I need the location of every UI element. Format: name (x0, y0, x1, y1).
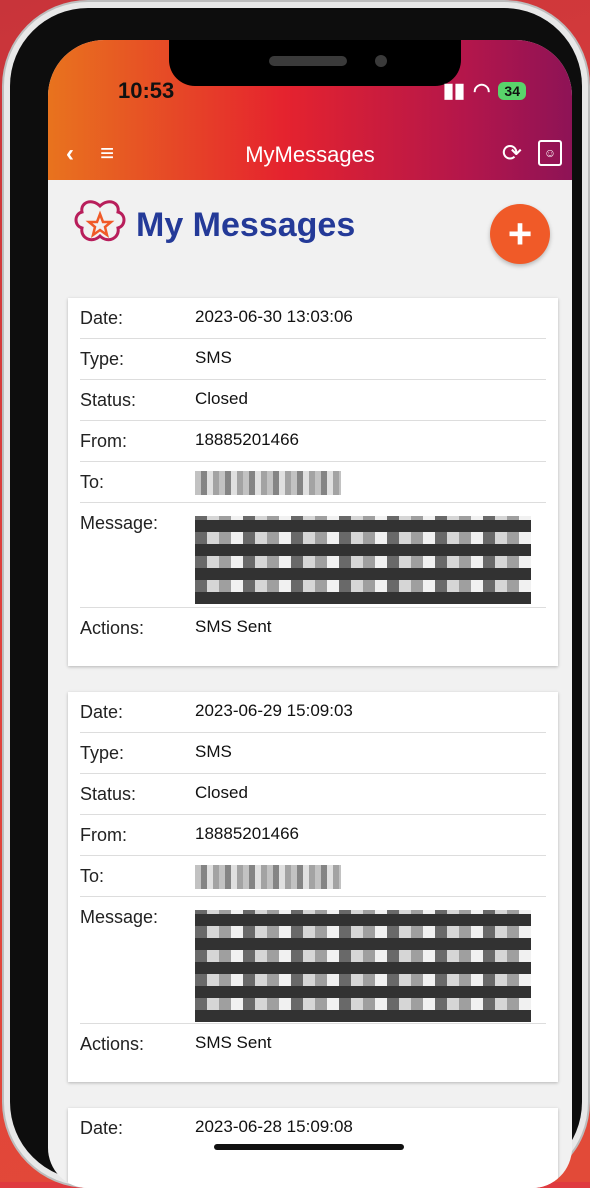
status-label: Status: (80, 390, 137, 410)
signal-icon: ▮▮ (442, 80, 465, 102)
actions-row: Actions: SMS Sent (80, 608, 546, 650)
contacts-icon[interactable]: ☺ (538, 140, 562, 166)
redacted-block (195, 516, 531, 604)
date-value: 2023-06-28 15:09:08 (195, 1117, 353, 1136)
status-label: Status: (80, 784, 137, 804)
type-value: SMS (195, 742, 232, 761)
actions-label: Actions: (80, 618, 145, 638)
app-bar: ‹ ≡ MyMessages ⟳ ☺ (48, 132, 572, 180)
to-value-redacted (195, 462, 546, 502)
status-icons: ▮▮ ◠ 34 (443, 78, 526, 103)
from-row: From: 18885201466 (80, 815, 546, 856)
redacted-block (195, 910, 531, 1022)
to-value-redacted (195, 856, 546, 896)
type-label: Type: (80, 349, 125, 369)
date-value: 2023-06-30 13:03:06 (195, 307, 353, 326)
from-value: 18885201466 (195, 824, 300, 843)
message-value-redacted (195, 897, 546, 1023)
app-bar-title: MyMessages (245, 142, 375, 167)
message-row: Message: (80, 897, 546, 1024)
to-label: To: (80, 472, 105, 492)
from-value: 18885201466 (195, 430, 300, 449)
page-title: My Messages (136, 206, 356, 244)
type-row: Type: SMS (80, 339, 546, 380)
to-row: To: (80, 462, 546, 503)
actions-row: Actions: SMS Sent (80, 1024, 546, 1066)
wifi-icon: ◠ (472, 80, 491, 102)
notch (169, 40, 461, 86)
status-value: Closed (195, 783, 248, 802)
page-header: My Messages + (48, 190, 572, 280)
date-row: Date: 2023-06-29 15:09:03 (80, 692, 546, 733)
type-value: SMS (195, 348, 232, 367)
date-row: Date: 2023-06-30 13:03:06 (80, 298, 546, 339)
to-label: To: (80, 866, 105, 886)
actions-value: SMS Sent (195, 1033, 272, 1052)
type-label: Type: (80, 743, 125, 763)
actions-label: Actions: (80, 1034, 145, 1054)
status-value: Closed (195, 389, 248, 408)
home-indicator (214, 1144, 404, 1150)
message-card[interactable]: Date: 2023-06-30 13:03:06 Type: SMS Stat… (68, 298, 558, 666)
redacted-block (195, 471, 341, 495)
message-card[interactable]: Date: 2023-06-29 15:09:03 Type: SMS Stat… (68, 692, 558, 1082)
battery-icon: 34 (498, 81, 526, 100)
type-row: Type: SMS (80, 733, 546, 774)
from-label: From: (80, 825, 127, 845)
refresh-icon[interactable]: ⟳ (502, 139, 522, 168)
date-label: Date: (80, 1118, 124, 1138)
message-row: Message: (80, 503, 546, 608)
message-label: Message: (80, 513, 159, 533)
phone-frame: 10:53 ▮▮ ◠ 34 ‹ ≡ MyMessages ⟳ ☺ My Mess… (10, 8, 582, 1188)
date-value: 2023-06-29 15:09:03 (195, 701, 353, 720)
status-time: 10:53 (118, 78, 175, 103)
speaker (269, 56, 347, 66)
status-row: Status: Closed (80, 774, 546, 815)
logo-icon (74, 200, 126, 242)
message-label: Message: (80, 907, 159, 927)
actions-value: SMS Sent (195, 617, 272, 636)
date-row: Date: 2023-06-28 15:09:08 (80, 1108, 546, 1148)
from-row: From: 18885201466 (80, 421, 546, 462)
date-label: Date: (80, 702, 124, 722)
message-value-redacted (195, 503, 546, 607)
status-row: Status: Closed (80, 380, 546, 421)
date-label: Date: (80, 308, 124, 328)
redacted-block (195, 865, 341, 889)
screen: 10:53 ▮▮ ◠ 34 ‹ ≡ MyMessages ⟳ ☺ My Mess… (48, 40, 572, 1188)
from-label: From: (80, 431, 127, 451)
add-message-button[interactable]: + (490, 204, 550, 264)
to-row: To: (80, 856, 546, 897)
camera (375, 55, 387, 67)
